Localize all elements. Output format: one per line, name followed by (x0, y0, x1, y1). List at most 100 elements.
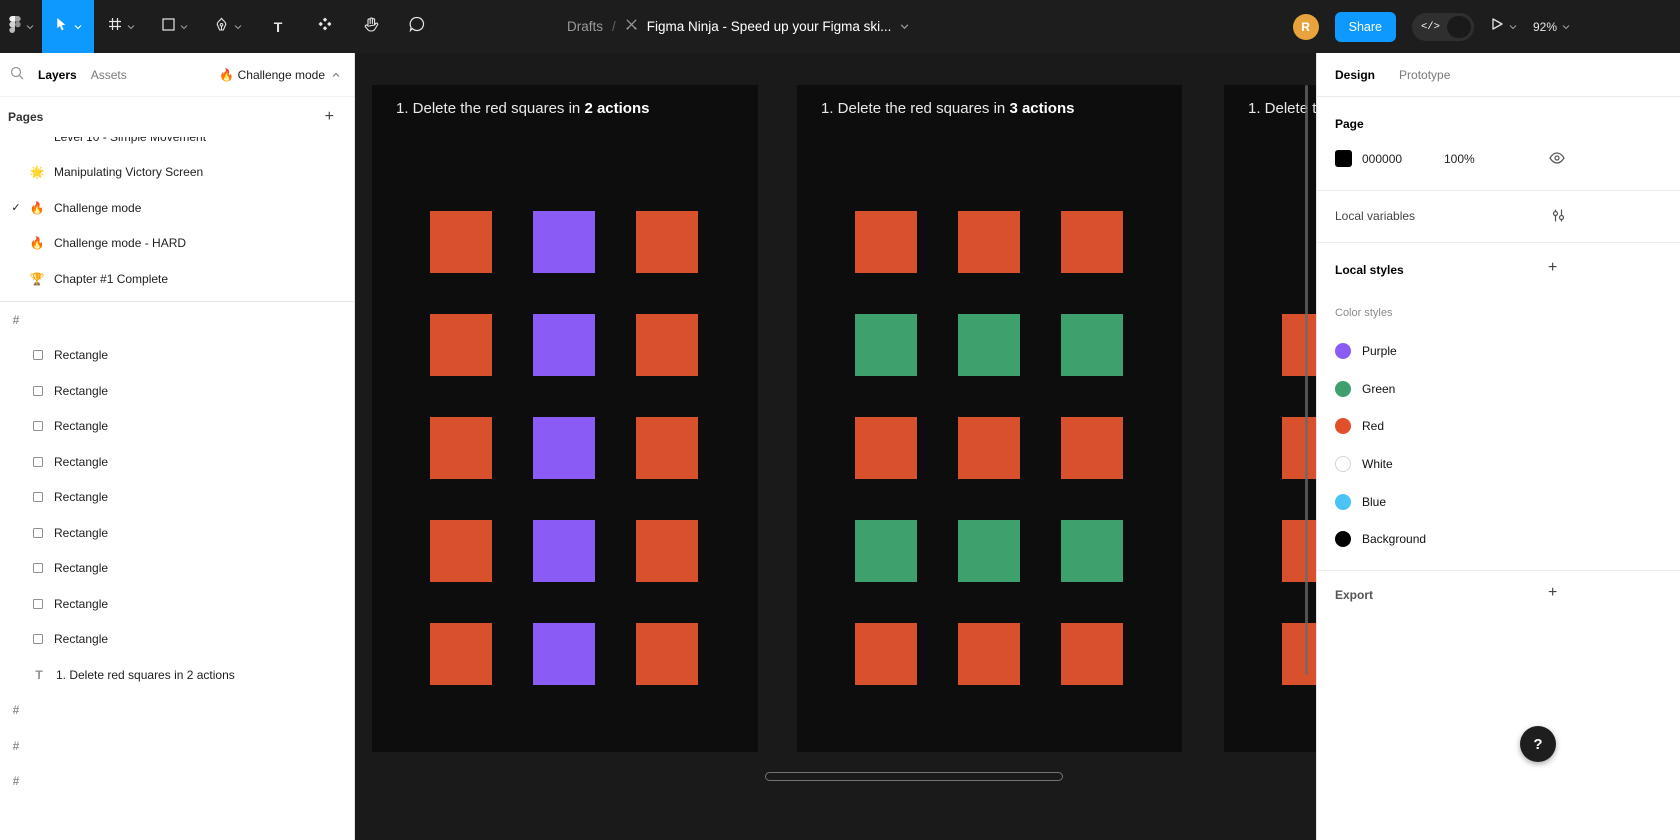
red-square[interactable] (958, 417, 1020, 479)
shape-tool-button[interactable] (148, 0, 202, 53)
canvas-frame[interactable]: 1. Delete t (1224, 85, 1316, 752)
layer-item-rectangle[interactable]: Rectangle (0, 622, 354, 658)
add-export-button[interactable]: + (1548, 585, 1557, 601)
page-color-swatch[interactable] (1335, 150, 1352, 167)
page-color-hex[interactable]: 000000 (1362, 152, 1402, 166)
breadcrumb-project[interactable]: Drafts (567, 19, 603, 34)
add-style-button[interactable]: + (1548, 260, 1557, 276)
layer-item-rectangle[interactable]: Rectangle (0, 338, 354, 374)
page-item[interactable]: ✓🔥Challenge mode (0, 190, 354, 226)
frame-tool-button[interactable] (94, 0, 148, 53)
color-style-green[interactable]: Green (1317, 370, 1680, 408)
purple-square[interactable] (533, 211, 595, 273)
red-square[interactable] (636, 520, 698, 582)
tab-layers[interactable]: Layers (38, 68, 77, 82)
red-square[interactable] (1282, 314, 1316, 376)
color-style-blue[interactable]: Blue (1317, 483, 1680, 521)
move-tool-button[interactable] (42, 0, 94, 53)
text-tool-button[interactable]: T (254, 0, 302, 53)
hand-tool-button[interactable] (348, 0, 394, 53)
canvas-frame[interactable]: 1. Delete the red squares in 3 actions (797, 85, 1182, 752)
red-square[interactable] (430, 417, 492, 479)
pen-tool-button[interactable] (202, 0, 254, 53)
layer-item-rectangle[interactable]: Rectangle (0, 480, 354, 516)
red-square[interactable] (855, 211, 917, 273)
purple-square[interactable] (533, 520, 595, 582)
visibility-eye-icon[interactable] (1549, 152, 1565, 167)
tab-prototype[interactable]: Prototype (1399, 68, 1450, 82)
present-button[interactable] (1490, 17, 1517, 36)
purple-square[interactable] (533, 417, 595, 479)
layer-item-rectangle[interactable]: Rectangle (0, 373, 354, 409)
red-square[interactable] (958, 211, 1020, 273)
red-square[interactable] (430, 211, 492, 273)
red-square[interactable] (958, 623, 1020, 685)
red-square[interactable] (855, 417, 917, 479)
page-item[interactable]: 🏆Chapter #1 Complete (0, 261, 354, 297)
color-style-white[interactable]: White (1317, 445, 1680, 483)
green-square[interactable] (958, 314, 1020, 376)
green-square[interactable] (1061, 314, 1123, 376)
red-square[interactable] (1061, 623, 1123, 685)
layer-item-rectangle[interactable]: Rectangle (0, 551, 354, 587)
red-square[interactable] (430, 623, 492, 685)
color-style-purple[interactable]: Purple (1317, 332, 1680, 370)
red-square[interactable] (855, 623, 917, 685)
red-square[interactable] (636, 417, 698, 479)
tab-assets[interactable]: Assets (91, 68, 127, 82)
right-panel: Design Prototype Page 000000 100% Local … (1316, 53, 1680, 840)
color-style-background[interactable]: Background (1317, 520, 1680, 558)
red-square[interactable] (1061, 211, 1123, 273)
layer-item-rectangle[interactable]: Rectangle (0, 409, 354, 445)
canvas-frame[interactable]: 1. Delete the red squares in 2 actions (372, 85, 758, 752)
comment-tool-button[interactable] (394, 0, 440, 53)
variables-sliders-icon[interactable] (1551, 208, 1566, 226)
page-menu[interactable]: 🔥 Challenge mode (219, 68, 340, 82)
green-square[interactable] (1061, 520, 1123, 582)
canvas[interactable]: 1. Delete the red squares in 2 actions1.… (355, 53, 1316, 840)
red-square[interactable] (1282, 417, 1316, 479)
search-icon[interactable] (10, 66, 24, 83)
color-style-red[interactable]: Red (1317, 407, 1680, 445)
layer-item-frame[interactable]: # (0, 764, 354, 800)
avatar[interactable]: R (1293, 14, 1319, 40)
red-square[interactable] (430, 314, 492, 376)
local-variables-row[interactable]: Local variables (1317, 203, 1680, 229)
add-page-button[interactable]: + (325, 109, 334, 125)
breadcrumb-file-name[interactable]: Figma Ninja - Speed up your Figma ski... (647, 19, 892, 34)
layer-item-rectangle[interactable]: Rectangle (0, 444, 354, 480)
red-square[interactable] (430, 520, 492, 582)
green-square[interactable] (958, 520, 1020, 582)
page-item[interactable]: Level 10 - Simple Movement (0, 137, 354, 155)
purple-square[interactable] (533, 314, 595, 376)
vertical-scrollbar[interactable] (1305, 85, 1308, 675)
layer-item-rectangle[interactable]: Rectangle (0, 515, 354, 551)
layer-item-frame[interactable]: # (0, 693, 354, 729)
layer-label: Rectangle (54, 455, 108, 469)
help-button[interactable]: ? (1520, 726, 1556, 762)
tab-design[interactable]: Design (1335, 68, 1375, 82)
layer-item-rectangle[interactable]: Rectangle (0, 586, 354, 622)
red-square[interactable] (636, 314, 698, 376)
page-color-opacity[interactable]: 100% (1444, 152, 1475, 166)
layer-item-frame[interactable]: # (0, 302, 354, 338)
share-button[interactable]: Share (1335, 12, 1396, 42)
zoom-menu[interactable]: 92% (1533, 20, 1570, 34)
layer-item-text[interactable]: T1. Delete red squares in 2 actions (0, 657, 354, 693)
layer-item-frame[interactable]: # (0, 728, 354, 764)
file-menu-chevron-icon[interactable] (900, 23, 909, 30)
purple-square[interactable] (533, 623, 595, 685)
green-square[interactable] (855, 520, 917, 582)
red-square[interactable] (1061, 417, 1123, 479)
red-square[interactable] (1282, 520, 1316, 582)
dev-mode-toggle[interactable]: </> (1412, 13, 1474, 41)
red-square[interactable] (636, 623, 698, 685)
red-square[interactable] (636, 211, 698, 273)
red-square[interactable] (1282, 623, 1316, 685)
page-item[interactable]: 🌟Manipulating Victory Screen (0, 155, 354, 191)
main-menu-button[interactable] (0, 0, 42, 53)
page-item[interactable]: 🔥Challenge mode - HARD (0, 226, 354, 262)
actions-tool-button[interactable] (302, 0, 348, 53)
green-square[interactable] (855, 314, 917, 376)
horizontal-scrollbar[interactable] (765, 772, 1063, 781)
